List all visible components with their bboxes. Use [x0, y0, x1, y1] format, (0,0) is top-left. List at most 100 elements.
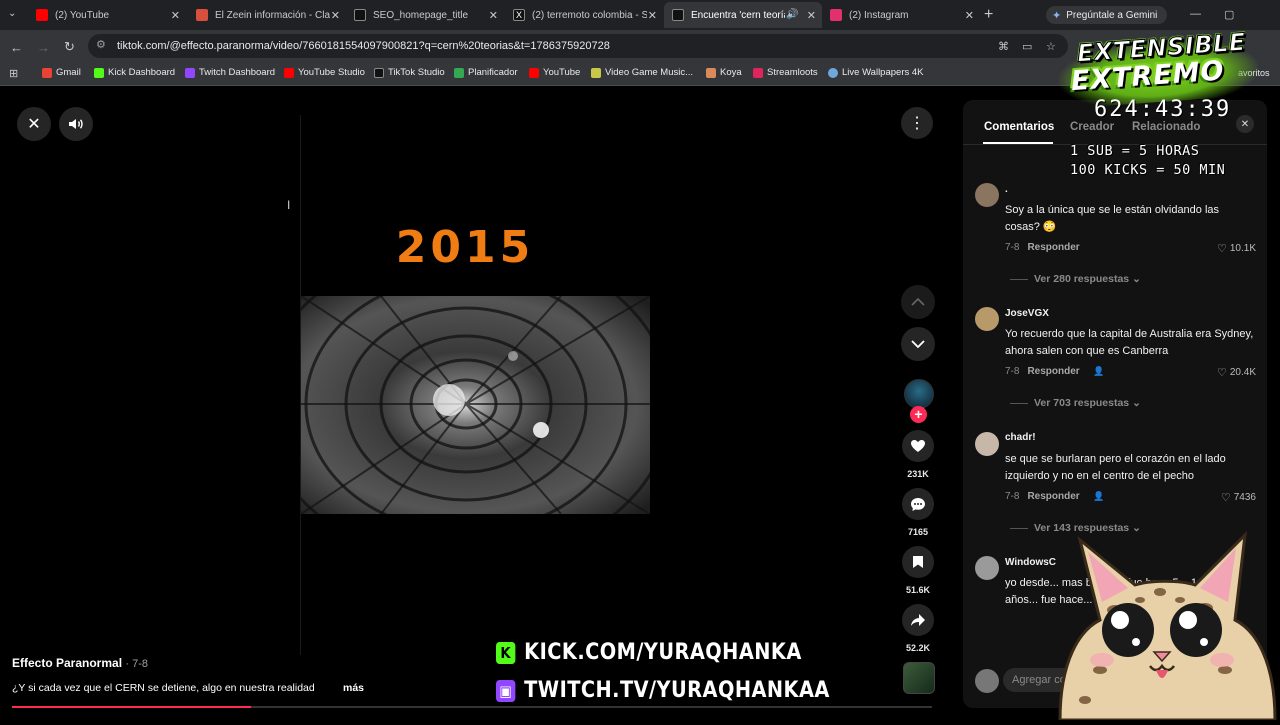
tab-audio-icon[interactable]: 🔊 — [786, 9, 798, 20]
translate-icon[interactable]: ⌘ — [998, 40, 1009, 53]
minimize-icon[interactable]: — — [1190, 8, 1201, 20]
bookmark-youtube-studio[interactable]: YouTube Studio — [284, 67, 365, 78]
site-info-icon[interactable]: ⚙ — [96, 38, 106, 51]
creator-avatar[interactable] — [904, 379, 934, 409]
tab-instagram[interactable]: (2) Instagram ✕ — [822, 2, 980, 28]
tab-x-terremoto[interactable]: X (2) terremoto colombia - S ✕ — [505, 2, 663, 28]
tab-close-icon[interactable]: ✕ — [965, 9, 974, 22]
comment-bubble-icon[interactable] — [902, 488, 934, 520]
comment-username[interactable]: JoseVGX — [1005, 308, 1049, 319]
bookmark-youtube[interactable]: YouTube — [529, 67, 580, 78]
avatar[interactable] — [975, 432, 999, 456]
video-progress-bar[interactable] — [12, 706, 932, 708]
comment-username[interactable]: . — [1005, 184, 1008, 195]
reload-icon[interactable]: ↻ — [64, 39, 75, 55]
kicks-rule-text: 100 KICKS = 50 MIN — [1070, 162, 1226, 178]
bookmark-save-icon[interactable] — [902, 546, 934, 578]
creator-liked-icon: 👤 — [1093, 366, 1105, 376]
tab-close-icon[interactable]: ✕ — [807, 9, 816, 22]
heart-icon[interactable]: ♡ — [1217, 366, 1227, 379]
comment-like[interactable]: ♡ 7436 — [1221, 491, 1256, 504]
cast-icon[interactable]: ▭ — [1022, 40, 1032, 53]
tab-zeein[interactable]: El Zeein información - Cla ✕ — [188, 2, 346, 28]
bookmark-planificador[interactable]: Planificador — [454, 67, 518, 78]
new-tab-button[interactable]: + — [984, 6, 993, 24]
next-video-chevron-down-icon[interactable] — [901, 327, 935, 361]
music-icon — [591, 67, 601, 78]
bookmark-tiktok-studio[interactable]: TikTok Studio — [374, 67, 445, 78]
koya-icon — [706, 67, 716, 78]
extensible-extremo-logo: EXTENSIBLE EXTREMO — [1056, 23, 1261, 109]
tab-title: El Zeein información - Cla — [215, 9, 330, 21]
tab-youtube[interactable]: (2) YouTube ✕ — [28, 2, 186, 28]
like-count: 231K — [907, 469, 929, 479]
video-caption: ¿Y si cada vez que el CERN se detiene, a… — [12, 682, 315, 694]
tab-search-icon[interactable]: ⌄ — [8, 8, 16, 19]
volume-icon[interactable] — [59, 107, 93, 141]
close-icon[interactable]: ✕ — [17, 107, 51, 141]
like-heart-icon[interactable] — [902, 430, 934, 462]
music-disc-thumbnail[interactable] — [903, 662, 935, 694]
gemini-label: Pregúntale a Gemini — [1066, 9, 1158, 21]
tab-tiktok-cern[interactable]: Encuentra 'cern teorías' 🔊 ✕ — [664, 2, 822, 28]
tab-title: (2) terremoto colombia - S — [532, 9, 647, 21]
apps-grid-icon[interactable]: ⊞ — [9, 67, 18, 80]
reply-button[interactable]: Responder — [1027, 366, 1079, 377]
video-progress-fill — [12, 706, 252, 708]
bookmark-koya[interactable]: Koya — [706, 67, 742, 78]
bookmark-twitch-dashboard[interactable]: Twitch Dashboard — [185, 67, 275, 78]
comment-count: 7165 — [907, 527, 929, 537]
avatar[interactable] — [975, 556, 999, 580]
share-count: 52.2K — [905, 643, 931, 653]
tab-seo[interactable]: SEO_homepage_title ✕ — [346, 2, 504, 28]
tab-close-icon[interactable]: ✕ — [648, 9, 657, 22]
follow-plus-icon[interactable]: + — [910, 406, 927, 423]
tab-close-icon[interactable]: ✕ — [171, 9, 180, 22]
youtube-icon — [529, 67, 539, 78]
avatar[interactable] — [975, 183, 999, 207]
back-arrow-icon[interactable]: ← — [10, 40, 23, 55]
more-options-icon[interactable]: ⋮ — [901, 107, 933, 139]
youtube-icon — [284, 67, 294, 78]
bookmark-gmail[interactable]: Gmail — [42, 67, 81, 78]
bookmark-star-icon[interactable]: ☆ — [1046, 40, 1056, 53]
creator-liked-icon: 👤 — [1093, 491, 1105, 501]
view-replies[interactable]: Ver 280 respuestas ⌄ — [1010, 273, 1141, 285]
url-text[interactable]: tiktok.com/@effecto.paranorma/video/7660… — [117, 40, 610, 52]
author-name[interactable]: Effecto Paranormal — [12, 656, 122, 670]
video-overlay-year: 2015 — [395, 222, 535, 273]
tab-close-icon[interactable]: ✕ — [489, 9, 498, 22]
view-replies[interactable]: Ver 703 respuestas ⌄ — [1010, 397, 1141, 409]
gemini-star-icon: ✦ — [1052, 9, 1062, 22]
reply-button[interactable]: Responder — [1027, 491, 1079, 502]
share-arrow-icon[interactable] — [902, 604, 934, 636]
tab-comments[interactable]: Comentarios — [984, 121, 1054, 133]
comment-text: se que se burlaran pero el corazón en el… — [1005, 453, 1226, 482]
bookmark-video-game-music[interactable]: Video Game Music... — [591, 67, 693, 78]
comment-like[interactable]: ♡ 20.4K — [1217, 366, 1256, 379]
tab-close-icon[interactable]: ✕ — [331, 9, 340, 22]
video-author[interactable]: Effecto Paranormal · 7-8 — [12, 656, 148, 670]
previous-video-chevron-up-icon[interactable] — [901, 285, 935, 319]
gemini-button[interactable]: ✦ Pregúntale a Gemini — [1046, 6, 1168, 24]
comment-meta: 7-8 Responder — [1005, 491, 1080, 502]
heart-icon[interactable]: ♡ — [1217, 242, 1227, 255]
zeein-favicon-icon — [196, 9, 208, 21]
maximize-icon[interactable]: ▢ — [1224, 8, 1234, 21]
bookmark-kick-dashboard[interactable]: Kick Dashboard — [94, 67, 175, 78]
reply-button[interactable]: Responder — [1027, 242, 1079, 253]
kick-link-overlay: K KICK.COM/YURAQHANKA — [496, 640, 802, 665]
tab-creator[interactable]: Creador — [1070, 121, 1114, 133]
comment-like[interactable]: ♡ 10.1K — [1217, 242, 1256, 255]
caption-more-link[interactable]: más — [343, 682, 364, 694]
comment-username[interactable]: chadr! — [1005, 432, 1036, 443]
heart-icon[interactable]: ♡ — [1221, 491, 1231, 504]
close-icon[interactable]: ✕ — [1236, 115, 1254, 133]
tiktok-favicon-icon — [354, 9, 366, 21]
forward-arrow-icon[interactable]: → — [37, 40, 50, 55]
avatar[interactable] — [975, 307, 999, 331]
kick-icon — [94, 67, 104, 78]
bookmark-live-wallpapers[interactable]: Live Wallpapers 4K — [828, 67, 924, 78]
tab-related[interactable]: Relacionado — [1132, 121, 1200, 133]
bookmark-streamloots[interactable]: Streamloots — [753, 67, 818, 78]
